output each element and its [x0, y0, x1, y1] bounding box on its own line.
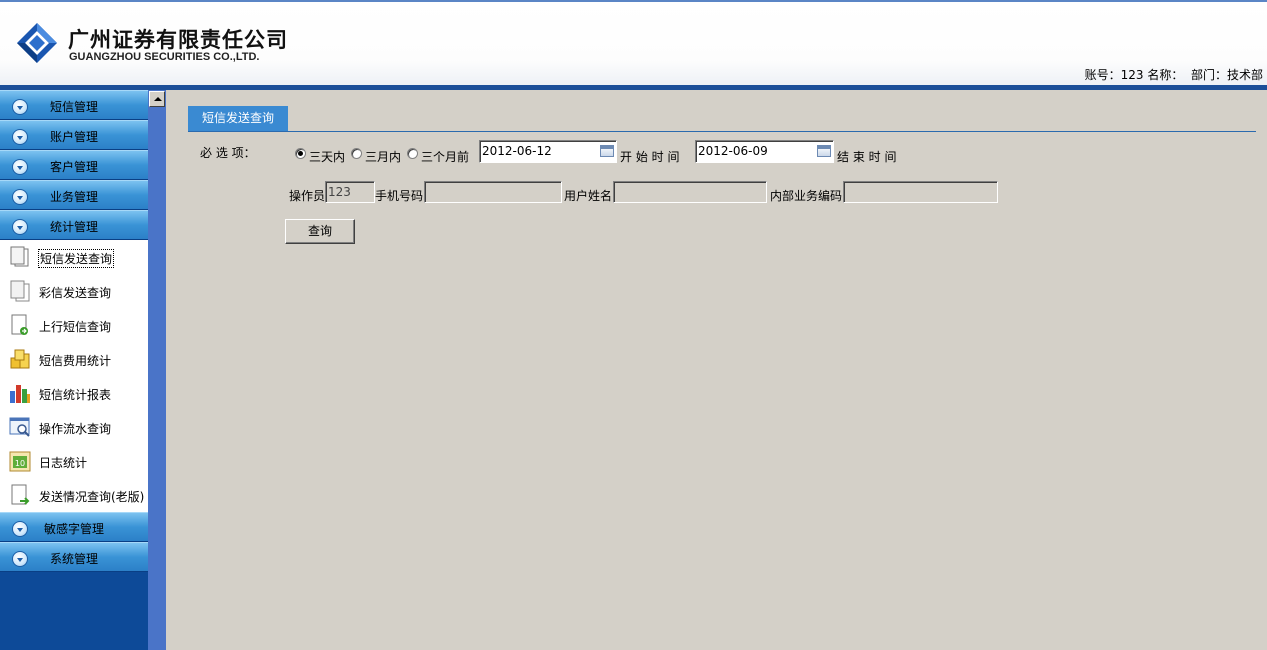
svg-text:10: 10: [15, 459, 25, 468]
sidebar-scrollbar[interactable]: [148, 90, 166, 650]
menu-label: 统计管理: [49, 220, 98, 234]
bizcode-field[interactable]: [843, 181, 998, 203]
tab-divider: [188, 131, 1256, 132]
radio-three-months-ago[interactable]: [407, 148, 418, 159]
scroll-up-arrow-icon[interactable]: [149, 91, 165, 107]
username-field[interactable]: [613, 181, 767, 203]
company-name-cn: 广州证券有限责任公司: [68, 28, 288, 52]
menu-label: 敏感字管理: [43, 522, 104, 536]
submenu-uplink-sms-query[interactable]: 上行短信查询: [0, 308, 148, 342]
phone-label: 手机号码: [375, 189, 424, 203]
submenu-label: 短信统计报表: [39, 388, 112, 402]
document-send-icon: [11, 484, 30, 505]
submenu-sms-cost-stats[interactable]: 短信费用统计: [0, 342, 148, 376]
coins-icon: [10, 349, 30, 369]
sidebar: 短信管理 账户管理 客户管理 业务管理 统计管理 短信发送查询 彩信发送查询 上…: [0, 90, 148, 650]
submenu-send-status-query-old[interactable]: 发送情况查询(老版): [0, 478, 148, 512]
submenu-label: 发送情况查询(老版): [39, 490, 145, 504]
menu-business-management[interactable]: 业务管理: [0, 180, 148, 210]
operator-label: 操作员: [289, 189, 326, 203]
menu-account-management[interactable]: 账户管理: [0, 120, 148, 150]
submenu-label: 操作流水查询: [39, 422, 112, 436]
submenu-label: 日志统计: [39, 456, 88, 470]
documents-icon: [10, 280, 30, 302]
submenu-label: 短信费用统计: [39, 354, 112, 368]
menu-label: 客户管理: [49, 160, 98, 174]
account-label: 账号：: [1084, 68, 1121, 82]
magnifier-window-icon: [9, 417, 30, 437]
submenu-mms-send-query[interactable]: 彩信发送查询: [0, 274, 148, 308]
phone-field[interactable]: [424, 181, 562, 203]
username-label: 用户姓名: [564, 189, 613, 203]
calendar-icon: 10: [9, 451, 31, 472]
menu-system-management[interactable]: 系统管理: [0, 542, 148, 572]
bizcode-label: 内部业务编码: [770, 189, 843, 203]
calendar-picker-icon[interactable]: [600, 145, 614, 157]
menu-label: 业务管理: [49, 190, 98, 204]
document-arrow-icon: [11, 314, 28, 335]
required-label: 必 选 项：: [200, 146, 256, 160]
tab-sms-send-query[interactable]: 短信发送查询: [188, 106, 288, 131]
query-button[interactable]: 查询: [285, 219, 355, 244]
submenu-label: 短信发送查询: [38, 249, 115, 268]
name-label: 名称：: [1147, 68, 1184, 82]
end-date-value: 2012-06-09: [698, 144, 768, 158]
calendar-picker-icon[interactable]: [817, 145, 831, 157]
menu-sensitive-words-management[interactable]: 敏感字管理: [0, 512, 148, 542]
company-logo-icon: [17, 23, 57, 63]
end-date-input[interactable]: 2012-06-09: [695, 140, 834, 163]
header: 广州证券有限责任公司 GUANGZHOU SECURITIES CO.,LTD.…: [0, 0, 1267, 85]
start-time-label: 开 始 时 间: [620, 150, 680, 164]
radio-three-days-label: 三天内: [309, 150, 346, 164]
dept-value: 技术部: [1226, 68, 1263, 82]
menu-label: 短信管理: [49, 100, 98, 114]
menu-label: 系统管理: [49, 552, 98, 566]
start-date-input[interactable]: 2012-06-12: [479, 140, 617, 163]
menu-customer-management[interactable]: 客户管理: [0, 150, 148, 180]
document-copy-icon: [10, 246, 29, 267]
submenu-label: 上行短信查询: [39, 320, 112, 334]
submenu-label: 彩信发送查询: [39, 286, 112, 300]
radio-three-days[interactable]: [295, 148, 306, 159]
operator-field[interactable]: 123: [325, 181, 375, 203]
menu-sms-management[interactable]: 短信管理: [0, 90, 148, 120]
radio-three-months-ago-label: 三个月前: [421, 150, 470, 164]
menu-label: 账户管理: [49, 130, 98, 144]
menu-statistics-management[interactable]: 统计管理: [0, 210, 148, 240]
end-time-label: 结 束 时 间: [837, 150, 897, 164]
company-name-en: GUANGZHOU SECURITIES CO.,LTD.: [69, 51, 260, 63]
account-value: 123: [1120, 68, 1144, 82]
submenu-sms-send-query[interactable]: 短信发送查询: [0, 240, 148, 274]
submenu-operation-log-query[interactable]: 操作流水查询: [0, 410, 148, 444]
bar-chart-icon: [10, 385, 30, 403]
start-date-value: 2012-06-12: [482, 144, 552, 158]
statistics-submenu: 短信发送查询 彩信发送查询 上行短信查询 短信费用统计 短信统计报表 操作流水查…: [0, 240, 148, 512]
user-info: 账号：123 名称： 部门：技术部: [1085, 66, 1263, 83]
submenu-sms-stats-report[interactable]: 短信统计报表: [0, 376, 148, 410]
radio-three-months[interactable]: [351, 148, 362, 159]
main-content: 短信发送查询 必 选 项： 三天内 三月内 三个月前 2012-06-12 开 …: [166, 90, 1267, 650]
dept-label: 部门：: [1190, 68, 1227, 82]
radio-three-months-label: 三月内: [365, 150, 402, 164]
submenu-log-stats[interactable]: 10 日志统计: [0, 444, 148, 478]
